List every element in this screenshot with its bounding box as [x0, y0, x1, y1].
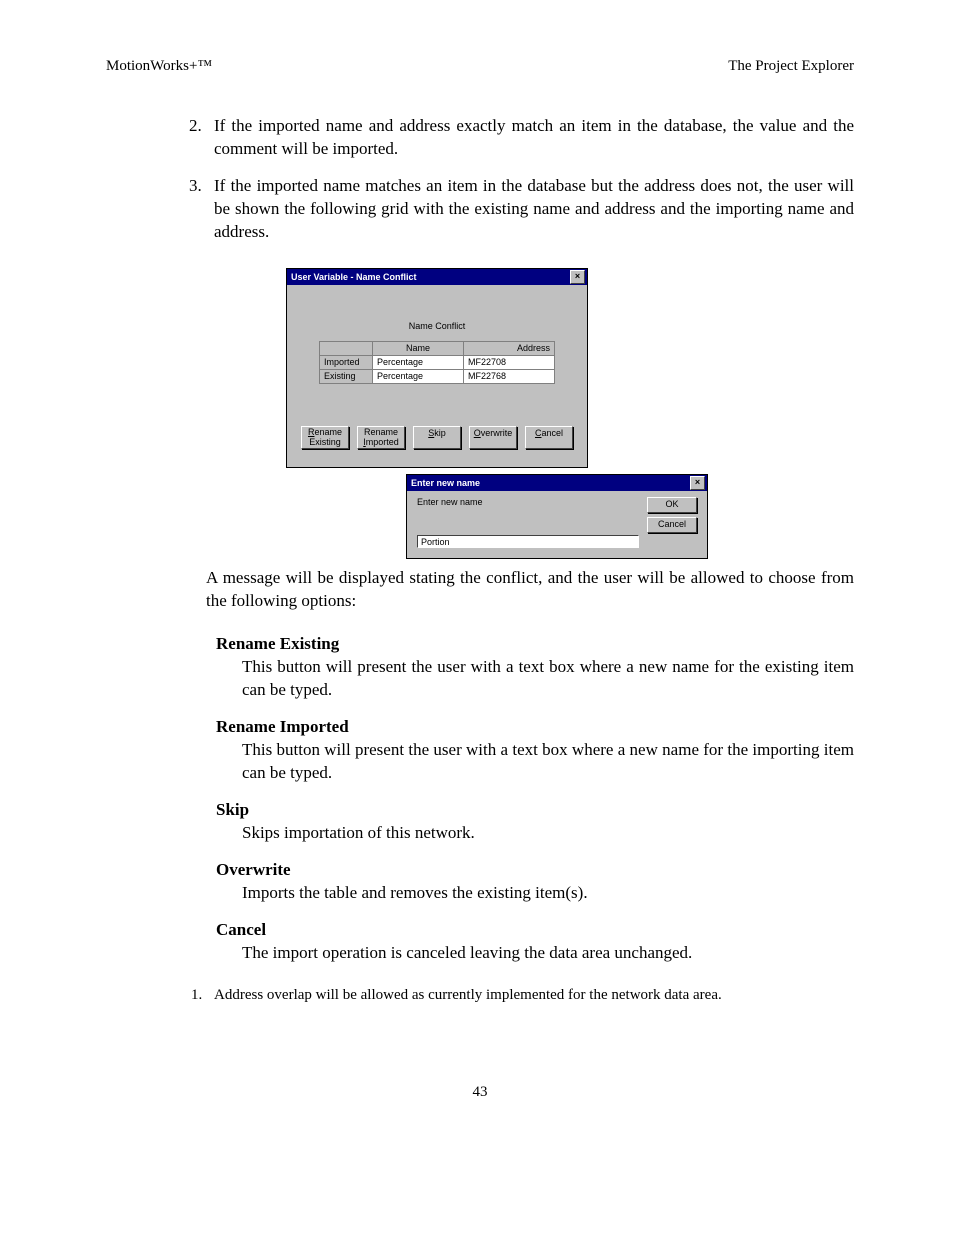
- opt-cancel-title: Cancel: [216, 919, 854, 942]
- footer-note: Address overlap will be allowed as curre…: [206, 987, 854, 1004]
- new-name-input[interactable]: Portion: [417, 535, 639, 548]
- opt-skip-body: Skips importation of this network.: [242, 822, 854, 845]
- col-address: Address: [464, 341, 555, 355]
- opt-rename-imported-body: This button will present the user with a…: [242, 739, 854, 785]
- table-row: Existing Percentage MF22768: [320, 369, 555, 383]
- rename-imported-button[interactable]: Rename Imported: [357, 426, 405, 450]
- skip-button[interactable]: Skip: [413, 426, 461, 450]
- dialog1-heading: Name Conflict: [301, 321, 573, 331]
- opt-skip-title: Skip: [216, 799, 854, 822]
- name-conflict-dialog: User Variable - Name Conflict × Name Con…: [286, 268, 588, 469]
- overwrite-button[interactable]: Overwrite: [469, 426, 517, 450]
- dialog1-title: User Variable - Name Conflict: [291, 272, 417, 282]
- dialog2-title: Enter new name: [411, 478, 480, 488]
- dialog2-label: Enter new name: [417, 497, 639, 507]
- conflict-grid: Name Address Imported Percentage MF22708…: [319, 341, 555, 384]
- page-number: 43: [106, 1084, 854, 1101]
- opt-rename-imported-title: Rename Imported: [216, 716, 854, 739]
- table-row: Imported Percentage MF22708: [320, 355, 555, 369]
- ok-button[interactable]: OK: [647, 497, 697, 513]
- cancel-button[interactable]: Cancel: [647, 517, 697, 533]
- rename-existing-button[interactable]: Rename Existing: [301, 426, 349, 450]
- opt-rename-existing-title: Rename Existing: [216, 633, 854, 656]
- enter-new-name-dialog: Enter new name × Enter new name Portion …: [406, 474, 708, 559]
- close-icon[interactable]: ×: [690, 476, 705, 490]
- cancel-button[interactable]: Cancel: [525, 426, 573, 450]
- col-name: Name: [373, 341, 464, 355]
- opt-rename-existing-body: This button will present the user with a…: [242, 656, 854, 702]
- opt-overwrite-body: Imports the table and removes the existi…: [242, 882, 854, 905]
- header-left: MotionWorks+™: [106, 58, 212, 75]
- list-item-3: If the imported name matches an item in …: [206, 175, 854, 244]
- header-right: The Project Explorer: [728, 58, 854, 75]
- close-icon[interactable]: ×: [570, 270, 585, 284]
- list-item-2: If the imported name and address exactly…: [206, 115, 854, 161]
- opt-overwrite-title: Overwrite: [216, 859, 854, 882]
- after-dialog-text: A message will be displayed stating the …: [206, 567, 854, 613]
- opt-cancel-body: The import operation is canceled leaving…: [242, 942, 854, 965]
